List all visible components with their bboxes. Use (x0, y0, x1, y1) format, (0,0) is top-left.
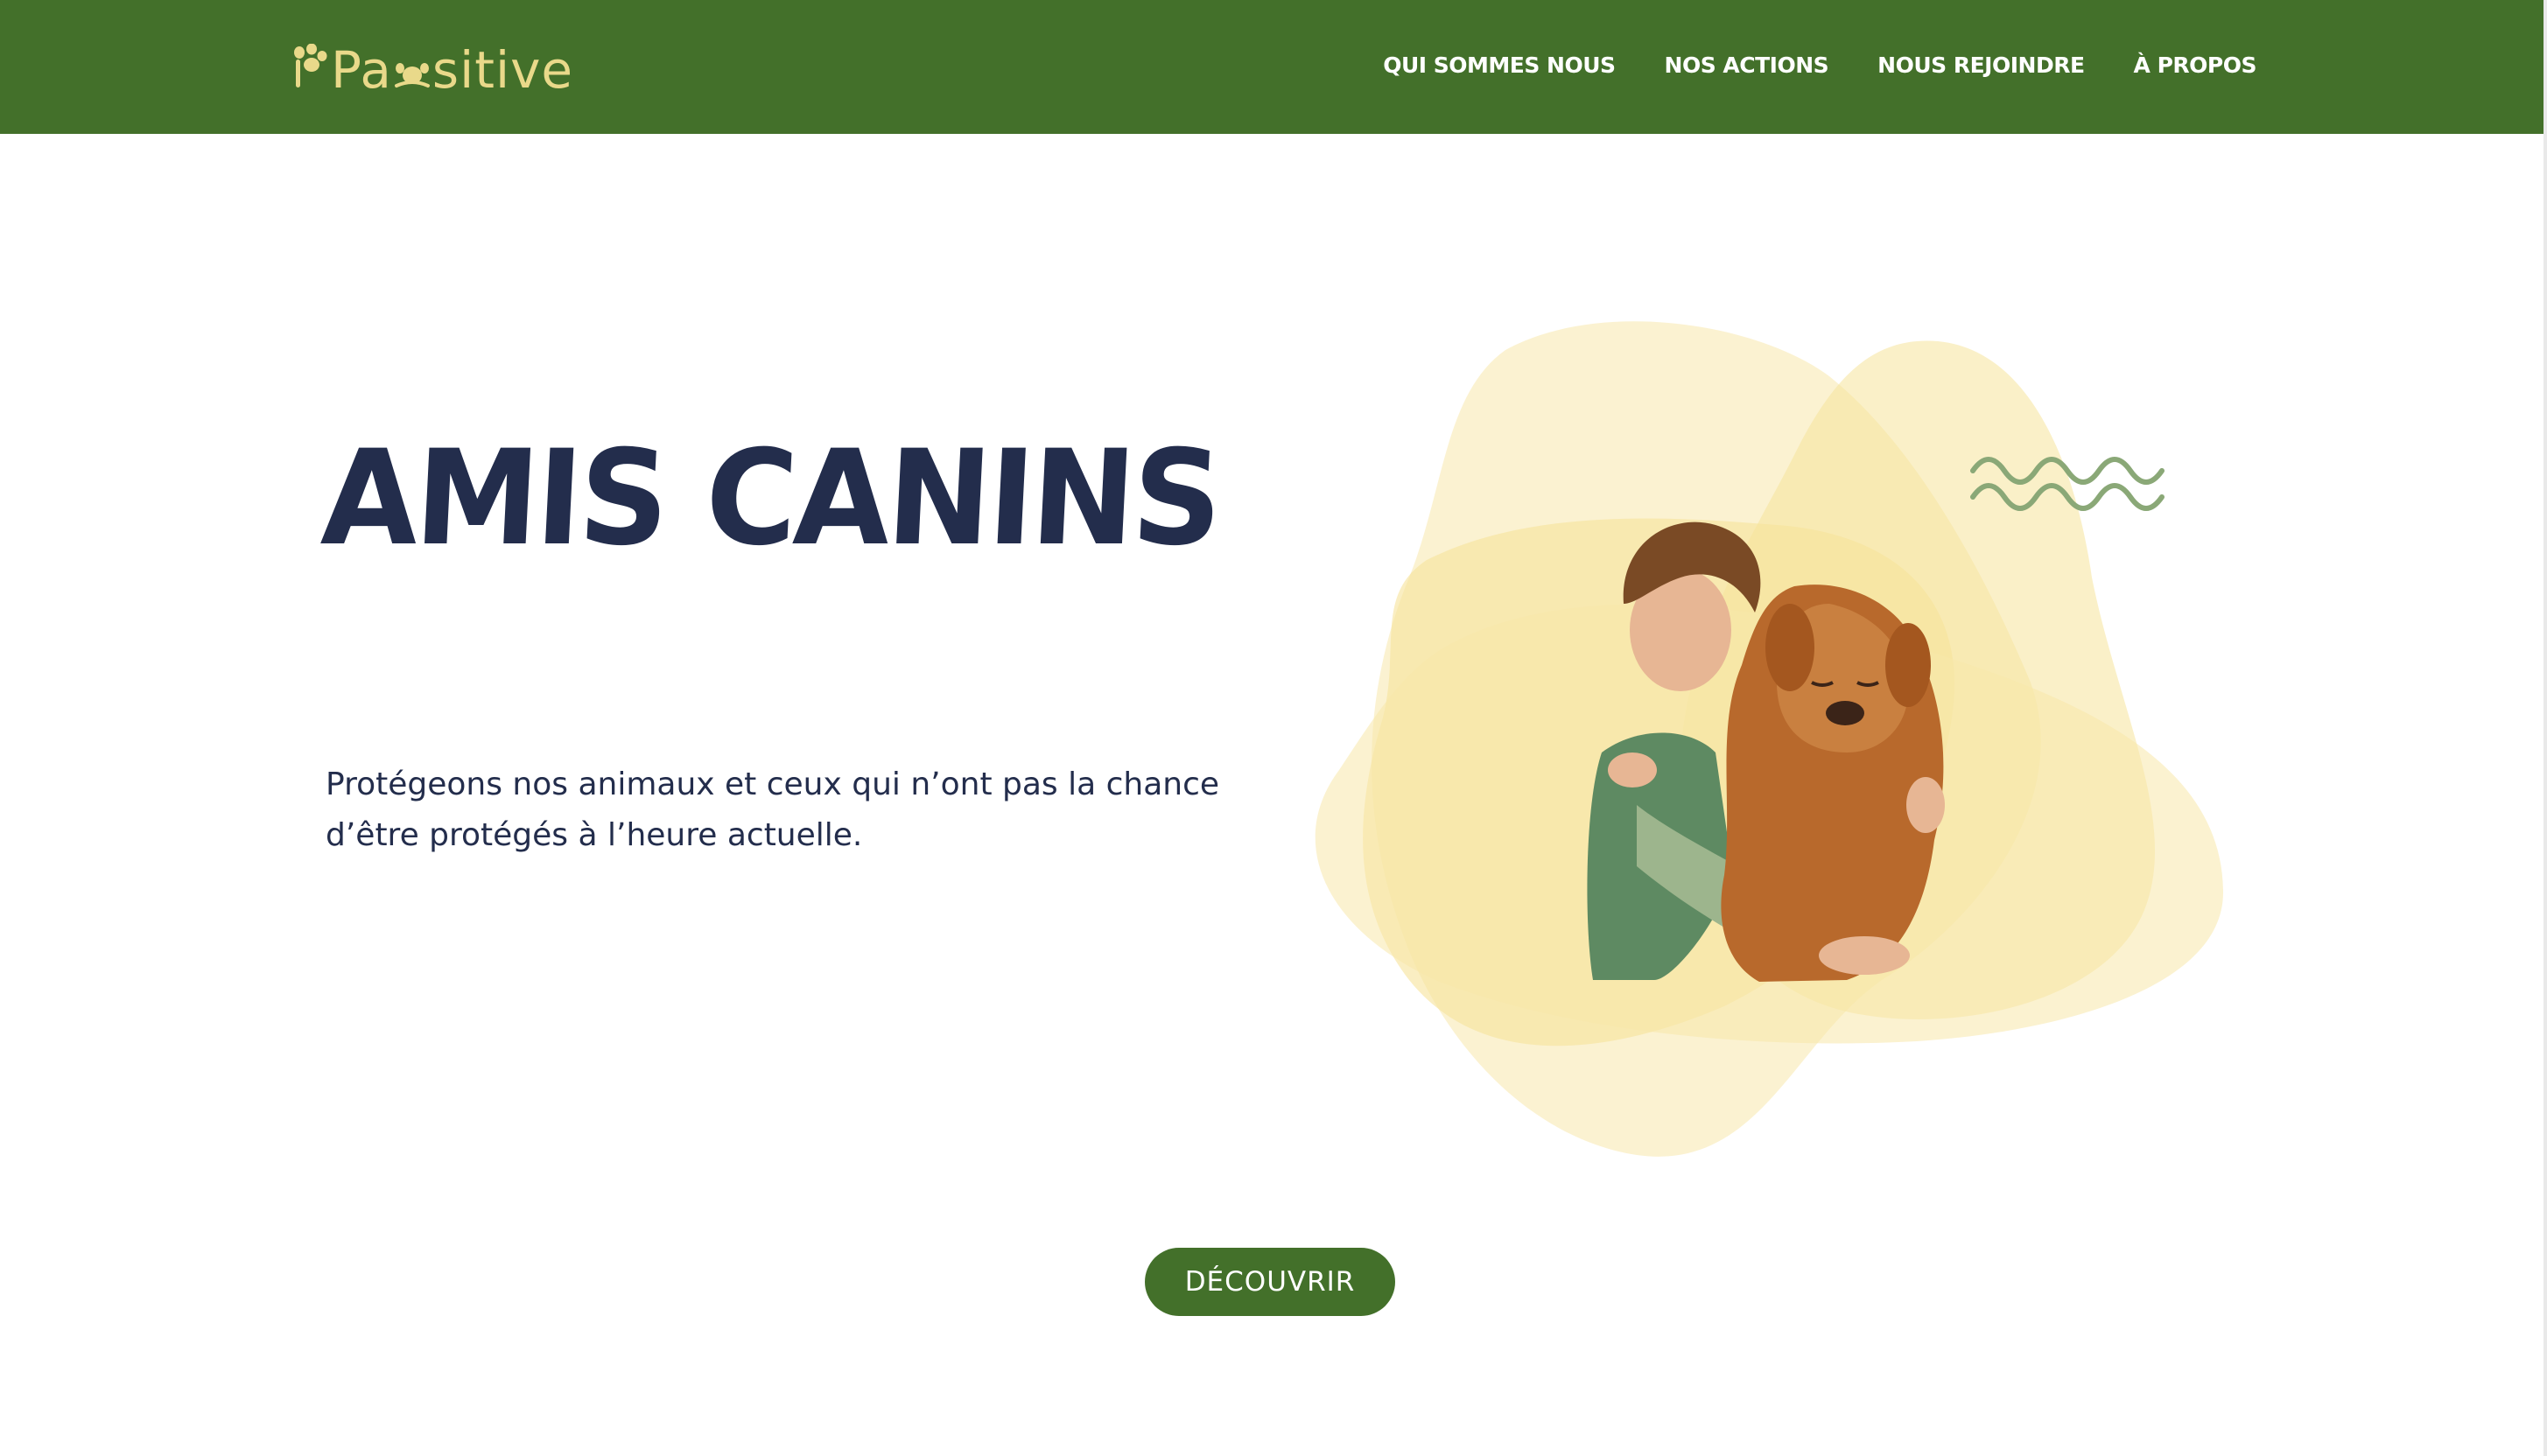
scrollbar-track[interactable] (2543, 0, 2547, 1456)
site-header: Pa sitive QUI SOMMES NOUS NOS ACTIONS NO… (0, 0, 2543, 134)
hero-subtitle: Protégeons nos animaux et ceux qui n’ont… (326, 766, 1220, 853)
nav-link-a-propos[interactable]: À PROPOS (2134, 42, 2257, 89)
nav-link-nos-actions[interactable]: NOS ACTIONS (1665, 42, 1829, 89)
nav-link-qui-sommes-nous[interactable]: QUI SOMMES NOUS (1383, 42, 1616, 89)
hero-title: AMIS CANINS (318, 423, 1223, 575)
logo[interactable]: Pa sitive (291, 40, 573, 100)
hero-illustration (1304, 315, 2232, 1172)
paw-letter-icon (394, 63, 430, 88)
main-nav: QUI SOMMES NOUS NOS ACTIONS NOUS REJOIND… (1383, 42, 2256, 89)
hero-image (1315, 321, 2223, 1157)
logo-text-prefix: Pa (331, 40, 392, 100)
discover-button[interactable]: DÉCOUVRIR (1145, 1248, 1395, 1316)
nav-link-nous-rejoindre[interactable]: NOUS REJOINDRE (1877, 42, 2085, 89)
landing-page: Pa sitive QUI SOMMES NOUS NOS ACTIONS NO… (0, 0, 2547, 1456)
paw-icon (294, 44, 327, 88)
logo-text-suffix: sitive (432, 40, 574, 100)
